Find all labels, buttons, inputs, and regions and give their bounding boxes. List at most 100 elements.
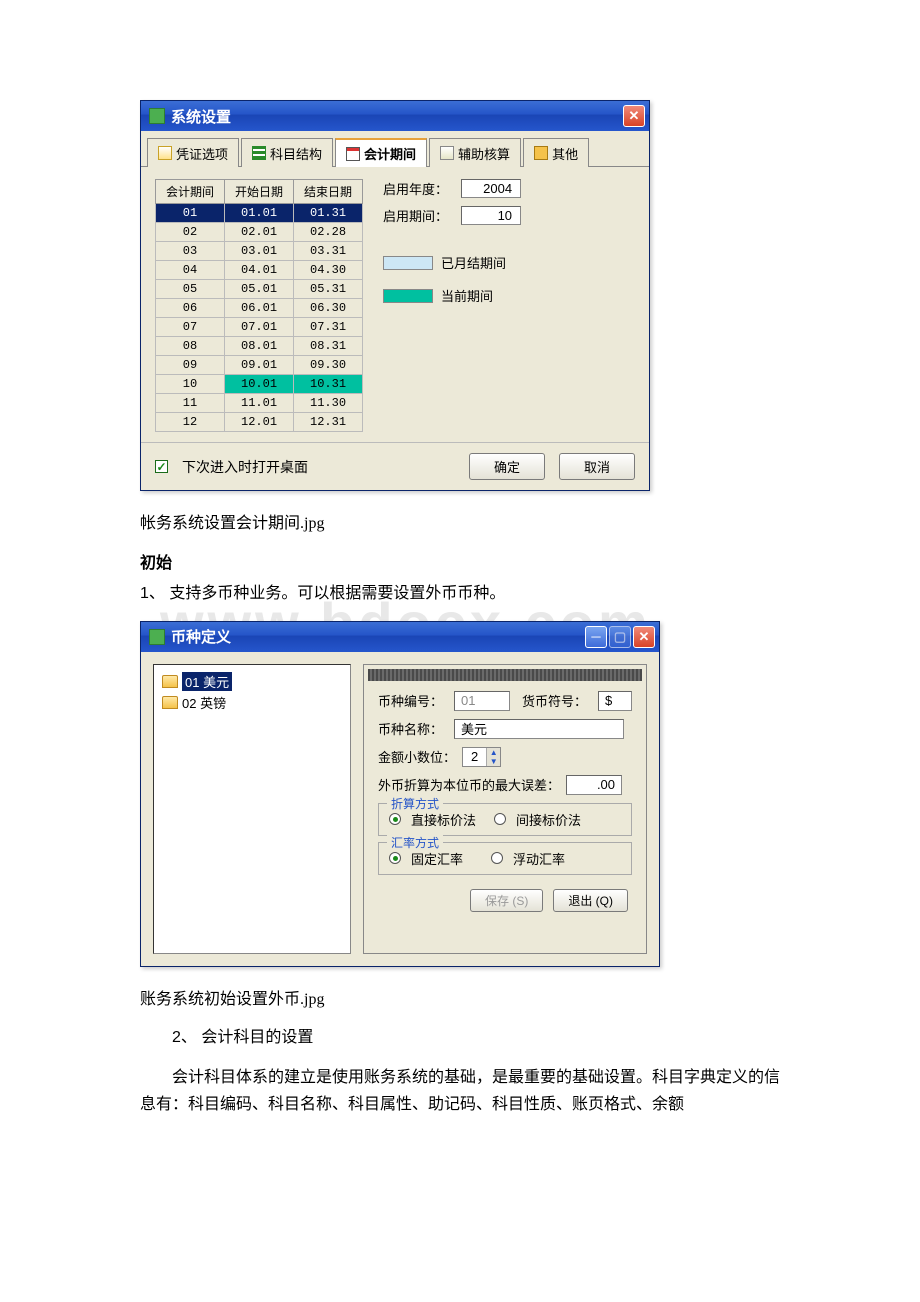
cell-start: 07.01 — [225, 318, 294, 337]
radio-float[interactable] — [491, 852, 503, 864]
cell-end: 01.31 — [294, 204, 363, 223]
table-row[interactable]: 0202.0102.28 — [156, 223, 363, 242]
group-title: 汇率方式 — [387, 834, 443, 851]
table-row[interactable]: 0606.0106.30 — [156, 299, 363, 318]
cell-end: 04.30 — [294, 261, 363, 280]
cell-start: 09.01 — [225, 356, 294, 375]
cell-end: 10.31 — [294, 375, 363, 394]
table-row[interactable]: 0101.0101.31 — [156, 204, 363, 223]
cancel-button[interactable]: 取消 — [559, 453, 635, 480]
legend-closed: 已月结期间 — [441, 253, 506, 272]
tree-item-usd[interactable]: 01 美元 — [160, 671, 344, 692]
tab-label: 辅助核算 — [458, 144, 510, 163]
col-end: 结束日期 — [294, 180, 363, 204]
cell-end: 05.31 — [294, 280, 363, 299]
period-table[interactable]: 会计期间 开始日期 结束日期 0101.0101.310202.0102.280… — [155, 179, 363, 432]
tree-icon — [252, 146, 266, 160]
tab-label: 其他 — [552, 144, 578, 163]
form-grip — [368, 669, 642, 681]
paragraph-3: 会计科目体系的建立是使用账务系统的基础，是最重要的基础设置。科目字典定义的信息有… — [140, 1064, 780, 1118]
tree-item-gbp[interactable]: 02 英镑 — [160, 692, 344, 713]
cell-end: 06.30 — [294, 299, 363, 318]
caption-1: 帐务系统设置会计期间.jpg — [140, 509, 780, 533]
name-label: 币种名称： — [378, 719, 448, 738]
radio-label: 直接标价法 — [411, 810, 476, 829]
cell-period: 12 — [156, 413, 225, 432]
titlebar[interactable]: 系统设置 ✕ — [141, 101, 649, 131]
minimize-button[interactable]: ─ — [585, 626, 607, 648]
cell-period: 07 — [156, 318, 225, 337]
tab-label: 科目结构 — [270, 144, 322, 163]
name-input[interactable] — [454, 719, 624, 739]
cell-end: 12.31 — [294, 413, 363, 432]
table-row[interactable]: 0808.0108.31 — [156, 337, 363, 356]
currency-form: 币种编号： 货币符号： 币种名称： 金额小数位： 2 ▲ ▼ — [363, 664, 647, 954]
titlebar[interactable]: 币种定义 ─ ▢ ✕ — [141, 622, 659, 652]
table-row[interactable]: 0303.0103.31 — [156, 242, 363, 261]
swatch-current — [383, 289, 433, 303]
edit-icon — [158, 146, 172, 160]
tab-body: 会计期间 开始日期 结束日期 0101.0101.310202.0102.280… — [141, 167, 649, 442]
tree-item-label: 02 英镑 — [182, 693, 226, 712]
tab-period[interactable]: 会计期间 — [335, 138, 427, 167]
cell-start: 04.01 — [225, 261, 294, 280]
ok-button[interactable]: 确定 — [469, 453, 545, 480]
cell-start: 10.01 — [225, 375, 294, 394]
radio-label: 固定汇率 — [411, 849, 463, 868]
period-value: 10 — [461, 206, 521, 225]
tab-other[interactable]: 其他 — [523, 138, 589, 167]
cell-start: 05.01 — [225, 280, 294, 299]
cell-start: 03.01 — [225, 242, 294, 261]
decimal-label: 金额小数位： — [378, 747, 456, 766]
year-value: 2004 — [461, 179, 521, 198]
tab-aux[interactable]: 辅助核算 — [429, 138, 521, 167]
error-input[interactable] — [566, 775, 622, 795]
notebook-icon — [440, 146, 454, 160]
system-settings-dialog: 系统设置 ✕ 凭证选项 科目结构 会计期间 辅助核算 其他 — [140, 100, 650, 491]
year-label: 启用年度： — [383, 179, 453, 198]
tree-item-label: 01 美元 — [182, 672, 232, 691]
period-info-panel: 启用年度： 2004 启用期间： 10 已月结期间 当前期间 — [383, 179, 635, 432]
error-label: 外币折算为本位币的最大误差： — [378, 775, 560, 794]
tab-subject[interactable]: 科目结构 — [241, 138, 333, 167]
paragraph-2: 2、 会计科目的设置 — [140, 1025, 780, 1051]
cell-start: 08.01 — [225, 337, 294, 356]
close-button[interactable]: ✕ — [633, 626, 655, 648]
open-desktop-checkbox[interactable]: ✓ — [155, 460, 168, 473]
table-row[interactable]: 1010.0110.31 — [156, 375, 363, 394]
table-row[interactable]: 0404.0104.30 — [156, 261, 363, 280]
symbol-input[interactable] — [598, 691, 632, 711]
cell-period: 09 — [156, 356, 225, 375]
table-row[interactable]: 0505.0105.31 — [156, 280, 363, 299]
radio-indirect[interactable] — [494, 813, 506, 825]
table-row[interactable]: 0707.0107.31 — [156, 318, 363, 337]
close-button[interactable]: ✕ — [623, 105, 645, 127]
cell-end: 11.30 — [294, 394, 363, 413]
cell-period: 05 — [156, 280, 225, 299]
table-row[interactable]: 0909.0109.30 — [156, 356, 363, 375]
folder-icon — [162, 675, 178, 688]
spinner-up-icon[interactable]: ▲ — [487, 748, 500, 757]
tab-voucher[interactable]: 凭证选项 — [147, 138, 239, 167]
cell-start: 06.01 — [225, 299, 294, 318]
folder-icon — [162, 696, 178, 709]
app-icon — [149, 629, 165, 645]
decimal-spinner[interactable]: 2 ▲ ▼ — [462, 747, 501, 767]
currency-tree[interactable]: 01 美元 02 英镑 — [153, 664, 351, 954]
period-label: 启用期间： — [383, 206, 453, 225]
table-row[interactable]: 1111.0111.30 — [156, 394, 363, 413]
open-desktop-label: 下次进入时打开桌面 — [182, 457, 308, 477]
col-period: 会计期间 — [156, 180, 225, 204]
radio-direct[interactable] — [389, 813, 401, 825]
spinner-down-icon[interactable]: ▼ — [487, 757, 500, 766]
exit-button[interactable]: 退出 (Q) — [553, 889, 628, 912]
tab-label: 凭证选项 — [176, 144, 228, 163]
table-row[interactable]: 1212.0112.31 — [156, 413, 363, 432]
symbol-label: 货币符号： — [522, 691, 592, 710]
radio-label: 浮动汇率 — [513, 849, 565, 868]
window-title: 币种定义 — [171, 626, 231, 647]
radio-fixed[interactable] — [389, 852, 401, 864]
spinner-value: 2 — [463, 748, 486, 766]
radio-label: 间接标价法 — [516, 810, 581, 829]
legend-current: 当前期间 — [441, 286, 493, 305]
